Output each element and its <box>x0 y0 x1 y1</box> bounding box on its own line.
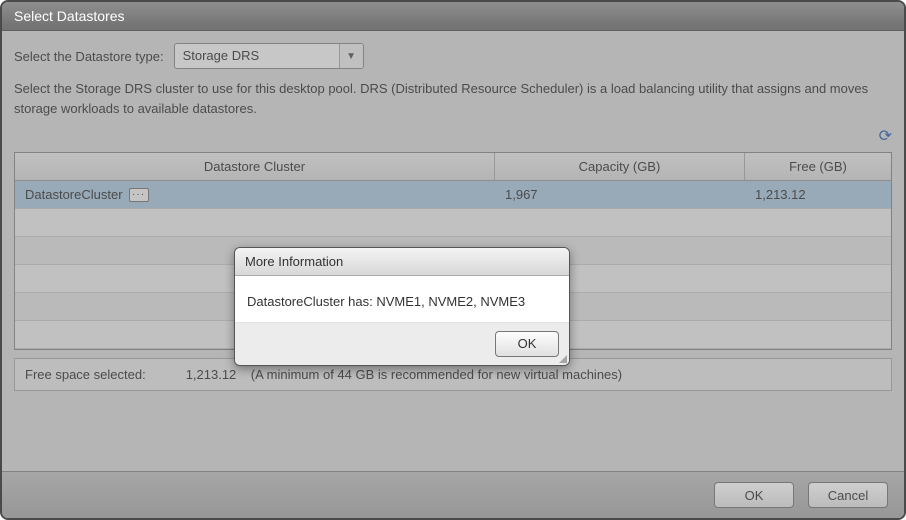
modal-footer: OK <box>235 323 569 365</box>
modal-body-text: DatastoreCluster has: NVME1, NVME2, NVME… <box>235 276 569 323</box>
resize-grip-icon[interactable] <box>555 351 567 363</box>
more-information-dialog: More Information DatastoreCluster has: N… <box>234 247 570 366</box>
modal-ok-button[interactable]: OK <box>495 331 559 357</box>
select-datastores-dialog: Select Datastores Select the Datastore t… <box>0 0 906 520</box>
modal-title: More Information <box>235 248 569 276</box>
